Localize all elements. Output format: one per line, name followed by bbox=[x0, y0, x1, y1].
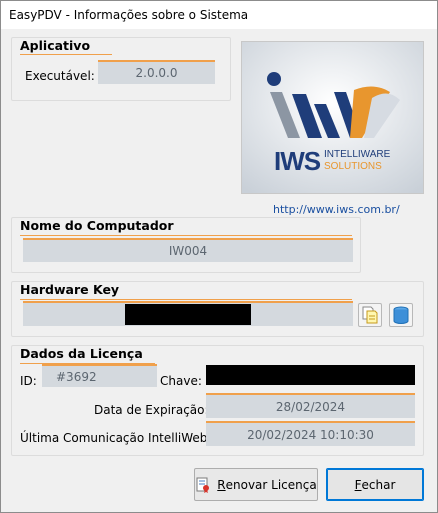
copy-button[interactable] bbox=[358, 303, 382, 327]
aplicativo-group: Aplicativo Executável: 2.0.0.0 bbox=[11, 37, 231, 101]
renovar-label: enovar Licença bbox=[225, 477, 317, 492]
logo-line2: SOLUTIONS bbox=[324, 161, 382, 172]
fechar-label: echar bbox=[361, 477, 396, 492]
logo-brand: IWS bbox=[274, 146, 321, 176]
id-label: ID: bbox=[20, 374, 37, 388]
hardware-key-redacted bbox=[125, 304, 251, 325]
chave-label: Chave: bbox=[160, 374, 202, 388]
aplicativo-title: Aplicativo bbox=[20, 38, 91, 53]
dialog-client: Aplicativo Executável: 2.0.0.0 IWS INTEL… bbox=[1, 29, 437, 512]
licenca-group: Dados da Licença ID: #3692 Chave: Data d… bbox=[11, 345, 424, 456]
renovar-accesskey: R bbox=[217, 477, 226, 492]
expiracao-label: Data de Expiração: bbox=[94, 403, 209, 417]
database-button[interactable] bbox=[389, 303, 413, 327]
id-field: #3692 bbox=[42, 364, 157, 387]
certificate-icon bbox=[196, 477, 210, 493]
hardware-key-field bbox=[23, 301, 353, 326]
comunicacao-label: Última Comunicação IntelliWeb: bbox=[20, 431, 212, 445]
aplicativo-title-underline bbox=[20, 54, 112, 55]
database-icon bbox=[393, 306, 409, 324]
copy-icon bbox=[362, 306, 378, 324]
iws-logo: IWS INTELLIWARE SOLUTIONS bbox=[241, 41, 424, 194]
hardware-title-underline bbox=[20, 299, 352, 300]
title-bar: EasyPDV - Informações sobre o Sistema bbox=[1, 1, 437, 29]
comunicacao-field: 20/02/2024 10:10:30 bbox=[206, 421, 415, 446]
computador-group: Nome do Computador IW004 bbox=[11, 217, 361, 273]
website-link[interactable]: http://www.iws.com.br/ bbox=[273, 203, 400, 216]
fechar-accesskey: F bbox=[354, 477, 362, 492]
window-title: EasyPDV - Informações sobre o Sistema bbox=[9, 8, 249, 22]
fechar-button[interactable]: Fechar bbox=[326, 468, 424, 501]
computador-field: IW004 bbox=[23, 238, 353, 262]
renovar-licenca-button[interactable]: Renovar Licença bbox=[194, 468, 318, 501]
licenca-title: Dados da Licença bbox=[20, 346, 143, 361]
expiracao-field: 28/02/2024 bbox=[206, 393, 415, 418]
logo-line1: INTELLIWARE bbox=[324, 149, 391, 160]
hardware-group: Hardware Key bbox=[11, 281, 424, 337]
computador-title: Nome do Computador bbox=[20, 218, 174, 233]
chave-field-redacted bbox=[206, 365, 415, 385]
hardware-title: Hardware Key bbox=[20, 282, 120, 297]
executavel-field: 2.0.0.0 bbox=[98, 60, 215, 84]
executavel-label: Executável: bbox=[25, 69, 95, 83]
computador-title-underline bbox=[20, 235, 352, 236]
